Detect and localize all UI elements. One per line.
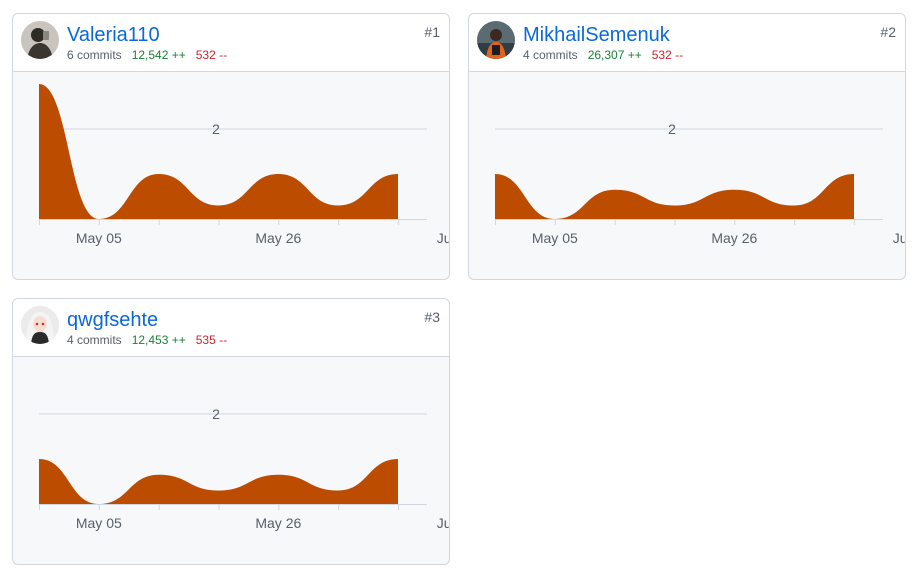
x-tick-label: Jun 16: [437, 230, 450, 246]
user-avatar-photo-icon[interactable]: [21, 21, 59, 59]
x-tick-label: May 26: [255, 515, 301, 531]
commit-count[interactable]: 6 commits: [67, 48, 122, 62]
user-avatar-photo-icon[interactable]: [477, 21, 515, 59]
deletions-count: 535 --: [195, 333, 228, 347]
commit-area-series: [495, 174, 854, 219]
y-tick-label: 2: [212, 121, 220, 137]
commit-activity-chart: 2 May 05 May 26 Jun 16: [39, 406, 450, 531]
contributor-card: Valeria110 6 commits 12,542 ++ 532 -- #1 2…: [12, 13, 450, 280]
card-header: MikhailSemenuk 4 commits 26,307 ++ 532 -- …: [469, 14, 905, 72]
contributor-rank: #3: [424, 309, 440, 325]
commit-count[interactable]: 4 commits: [67, 333, 122, 347]
contributor-username[interactable]: qwgfsehte: [67, 309, 158, 331]
contributor-stats: 6 commits 12,542 ++ 532 --: [67, 48, 227, 62]
contributor-rank: #2: [880, 24, 896, 40]
contributor-rank: #1: [424, 24, 440, 40]
contributor-stats: 4 commits 26,307 ++ 532 --: [523, 48, 683, 62]
x-tick-label: May 05: [76, 230, 122, 246]
commit-activity-chart: 2 May 05 May 26 Jun 16: [39, 84, 450, 246]
deletions-count: 532 --: [651, 48, 684, 62]
card-header: qwgfsehte 4 commits 12,453 ++ 535 -- #3: [13, 299, 449, 357]
card-header: Valeria110 6 commits 12,542 ++ 532 -- #1: [13, 14, 449, 72]
x-tick-label: May 26: [711, 230, 757, 246]
y-tick-label: 2: [668, 121, 676, 137]
additions-count: 12,453 ++: [131, 333, 186, 347]
commit-area-series: [39, 84, 398, 219]
y-tick-label: 2: [212, 406, 220, 422]
commit-area-series: [39, 459, 398, 504]
commit-activity-chart: 2 May 05 May 26 Jun 16: [495, 121, 906, 246]
contributor-card: qwgfsehte 4 commits 12,453 ++ 535 -- #3 2 M…: [12, 298, 450, 565]
deletions-count: 532 --: [195, 48, 228, 62]
contributor-stats: 4 commits 12,453 ++ 535 --: [67, 333, 227, 347]
x-tick-label: Jun 16: [893, 230, 906, 246]
additions-count: 26,307 ++: [587, 48, 642, 62]
commit-count[interactable]: 4 commits: [523, 48, 578, 62]
x-tick-label: Jun 16: [437, 515, 450, 531]
x-tick-label: May 05: [532, 230, 578, 246]
contributor-card: MikhailSemenuk 4 commits 26,307 ++ 532 -- …: [468, 13, 906, 280]
user-avatar-photo-icon[interactable]: [21, 306, 59, 344]
contributor-username[interactable]: MikhailSemenuk: [523, 24, 670, 46]
x-tick-label: May 05: [76, 515, 122, 531]
contributor-username[interactable]: Valeria110: [67, 24, 160, 46]
x-tick-label: May 26: [255, 230, 301, 246]
additions-count: 12,542 ++: [131, 48, 186, 62]
